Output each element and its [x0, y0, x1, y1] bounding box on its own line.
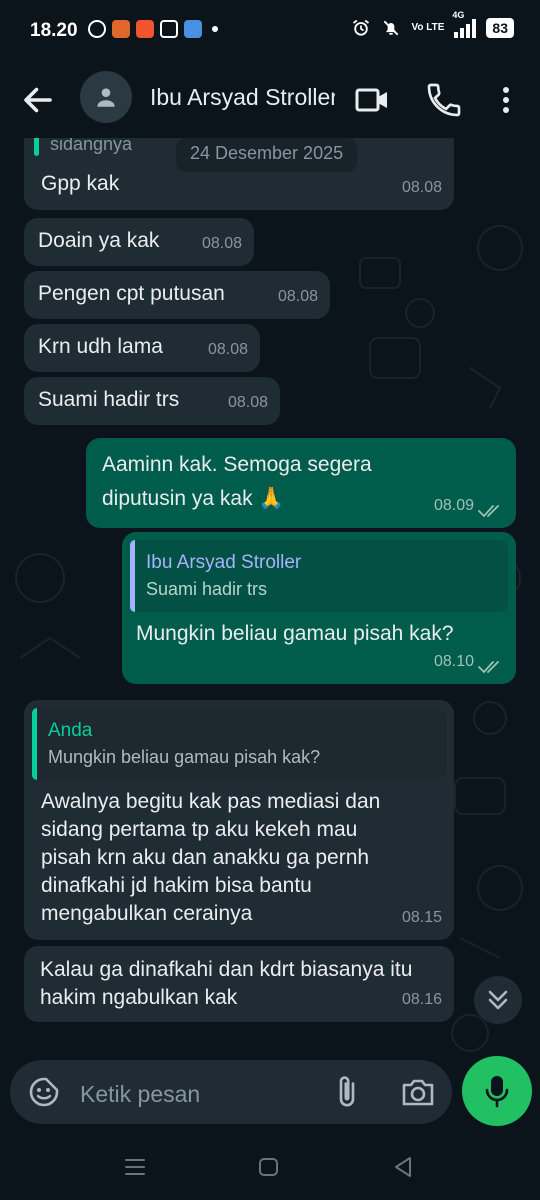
- message-time: 08.08: [227, 394, 268, 411]
- weather-notification-icon: [184, 20, 202, 38]
- nav-home-icon[interactable]: [254, 1154, 284, 1180]
- message-text: Mungkin beliau gamau pisah kak?: [136, 622, 454, 645]
- message-bubble-incoming[interactable]: Suami hadir trs 08.08: [24, 377, 280, 425]
- notification-icons: [88, 20, 218, 38]
- message-bubble-incoming[interactable]: Kalau ga dinafkahi dan kdrt biasanya itu…: [24, 946, 454, 1022]
- message-time: 08.08: [277, 288, 318, 305]
- nav-recents-icon[interactable]: [120, 1154, 150, 1180]
- phone-icon[interactable]: [424, 80, 464, 120]
- date-separator: 24 Desember 2025: [176, 138, 358, 172]
- voice-message-button[interactable]: [462, 1056, 532, 1126]
- message-text: Aaminn kak. Semoga segera diputusin ya k…: [102, 453, 372, 510]
- network-type: 4G: [452, 10, 465, 20]
- person-icon: [97, 88, 115, 107]
- message-time: 08.15: [401, 909, 442, 926]
- message-time: 08.10: [433, 653, 474, 670]
- camera-icon[interactable]: [400, 1076, 436, 1108]
- message-bubble-incoming[interactable]: Krn udh lama 08.08: [24, 324, 260, 372]
- message-list[interactable]: sidangnya Gpp kak 08.08 24 Desember 2025…: [0, 138, 540, 1058]
- alarm-icon: [353, 19, 370, 36]
- message-text: Doain ya kak: [38, 229, 160, 252]
- reply-text: Mungkin beliau gamau pisah kak?: [48, 747, 321, 767]
- message-text: Krn udh lama: [38, 335, 163, 358]
- game-notification-icon: [112, 20, 130, 38]
- chat-header: Ibu Arsyad Stroller: [0, 62, 540, 138]
- message-text: Pengen cpt putusan: [38, 282, 225, 305]
- message-time: 08.09: [433, 497, 474, 514]
- message-text: Kalau ga dinafkahi dan kdrt biasanya itu…: [40, 958, 413, 1009]
- message-bubble-incoming[interactable]: Doain ya kak 08.08: [24, 218, 254, 266]
- contact-name[interactable]: Ibu Arsyad Stroller: [150, 84, 335, 116]
- volte-indicator: Vo LTE: [411, 22, 445, 33]
- status-bar: 18.20 Vo LTE 4G 83: [0, 0, 540, 62]
- reply-quote[interactable]: Ibu Arsyad Stroller Suami hadir trs: [130, 540, 508, 612]
- message-time: 08.16: [401, 991, 442, 1008]
- reply-author: Anda: [48, 720, 93, 741]
- mute-icon: [384, 20, 399, 36]
- reply-author: Ibu Arsyad Stroller: [146, 552, 302, 573]
- more-vert-icon[interactable]: [488, 80, 524, 120]
- message-time: 08.08: [207, 341, 248, 358]
- reply-text: Suami hadir trs: [146, 579, 268, 599]
- message-time: 08.08: [201, 235, 242, 252]
- system-status-icons: Vo LTE 4G 83: [351, 10, 514, 38]
- message-text: Suami hadir trs: [38, 388, 180, 411]
- double-check-icon: [478, 661, 499, 674]
- scroll-to-bottom-button[interactable]: [474, 976, 522, 1024]
- contact-avatar[interactable]: [80, 71, 132, 123]
- message-bubble-incoming[interactable]: Pengen cpt putusan 08.08: [24, 271, 330, 319]
- message-input[interactable]: [78, 1078, 322, 1110]
- more-notifications-dot: [212, 26, 218, 32]
- message-text: Awalnya begitu kak pas mediasi dan sidan…: [41, 790, 381, 925]
- system-navigation-bar: [0, 1134, 540, 1200]
- quote-bar: [34, 138, 39, 156]
- instagram-notification-icon: [160, 20, 178, 38]
- emoji-sticker-icon[interactable]: [28, 1076, 60, 1108]
- mic-icon: [485, 1076, 509, 1108]
- signal-strength-icon: [454, 18, 477, 38]
- double-check-icon: [478, 505, 499, 518]
- message-time: 08.08: [401, 179, 442, 196]
- message-bubble-outgoing[interactable]: Aaminn kak. Semoga segera diputusin ya k…: [86, 438, 516, 528]
- shop-notification-icon: [136, 20, 154, 38]
- reply-quote[interactable]: Anda Mungkin beliau gamau pisah kak?: [32, 708, 446, 780]
- message-text: Gpp kak: [41, 172, 120, 195]
- network-indicator: 4G: [452, 10, 477, 38]
- nav-back-icon[interactable]: [388, 1154, 418, 1180]
- scroll-down-icon: [488, 990, 508, 1010]
- whatsapp-notification-icon: [88, 20, 106, 38]
- message-bubble-incoming[interactable]: Anda Mungkin beliau gamau pisah kak? Awa…: [24, 700, 454, 940]
- paperclip-icon[interactable]: [332, 1074, 362, 1110]
- message-composer: [10, 1060, 452, 1124]
- quoted-text-partial: sidangnya: [50, 138, 133, 154]
- video-call-icon[interactable]: [352, 80, 392, 120]
- battery-level: 83: [486, 18, 514, 38]
- back-arrow-icon[interactable]: [20, 82, 56, 118]
- status-time: 18.20: [30, 20, 78, 41]
- message-bubble-outgoing[interactable]: Ibu Arsyad Stroller Suami hadir trs Mung…: [122, 532, 516, 684]
